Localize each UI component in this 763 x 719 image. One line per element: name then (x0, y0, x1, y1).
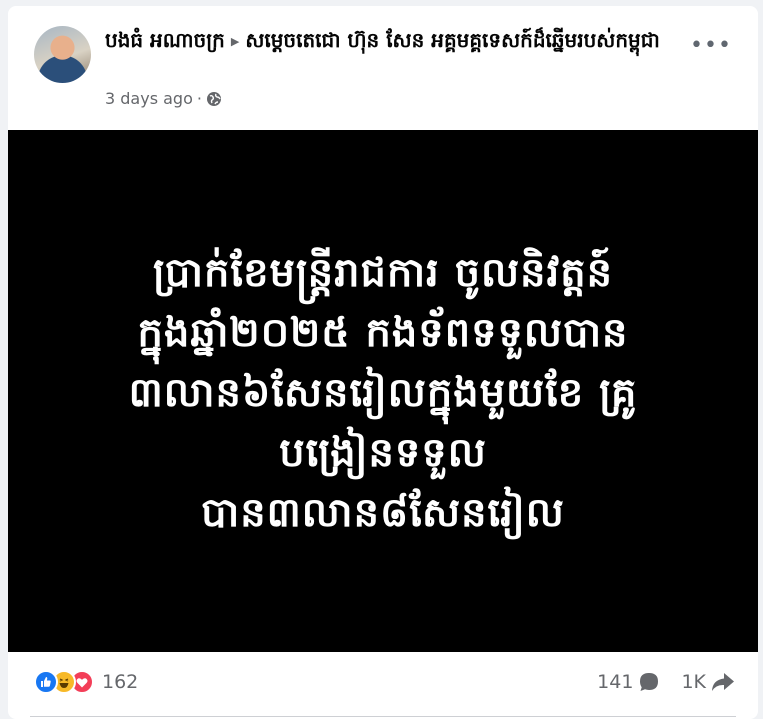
post-footer: 162 141 1K (8, 652, 758, 708)
comments-count-label: 141 (597, 671, 634, 693)
share-icon (712, 673, 734, 691)
more-options-icon[interactable]: ••• (690, 35, 731, 64)
post-image-text: ប្រាក់ខែមន្ត្រីរាជការ ចូលនិវត្តន៍ ក្នុងឆ… (128, 250, 638, 536)
comments-count[interactable]: 141 (597, 670, 661, 694)
post-title: បងធំ អណាចក្រ ▶ សម្តេចតេជោ ហ៊ុន សែន អគ្គមគ្… (105, 26, 685, 56)
group-name[interactable]: សម្តេចតេជោ ហ៊ុន សែន អគ្គមគ្គទេសក៍ដ៏ឆ្នើម… (245, 28, 659, 52)
author-name[interactable]: បងធំ អណាចក្រ (105, 28, 225, 52)
globe-icon[interactable] (206, 91, 222, 107)
post-card: បងធំ អណាចក្រ ▶ សម្តេចតេជោ ហ៊ុន សែន អគ្គមគ្… (8, 6, 758, 719)
post-meta: 3 days ago · (105, 88, 222, 110)
arrow-right-icon: ▶ (230, 34, 240, 48)
engagement-stats: 141 1K (597, 669, 736, 695)
meta-separator: · (196, 89, 202, 108)
comment-icon (640, 673, 659, 691)
reactions-summary[interactable]: 162 (34, 670, 138, 694)
post-timestamp[interactable]: 3 days ago (105, 88, 193, 110)
shares-count-label: 1K (681, 671, 706, 693)
like-reaction-icon (34, 670, 58, 694)
footer-divider (30, 716, 736, 717)
author-avatar[interactable] (34, 26, 91, 83)
reaction-count: 162 (102, 671, 139, 693)
shares-count[interactable]: 1K (681, 670, 736, 694)
post-image[interactable]: ប្រាក់ខែមន្ត្រីរាជការ ចូលនិវត្តន៍ ក្នុងឆ… (8, 130, 758, 652)
post-header: បងធំ អណាចក្រ ▶ សម្តេចតេជោ ហ៊ុន សែន អគ្គមគ្… (8, 6, 758, 130)
